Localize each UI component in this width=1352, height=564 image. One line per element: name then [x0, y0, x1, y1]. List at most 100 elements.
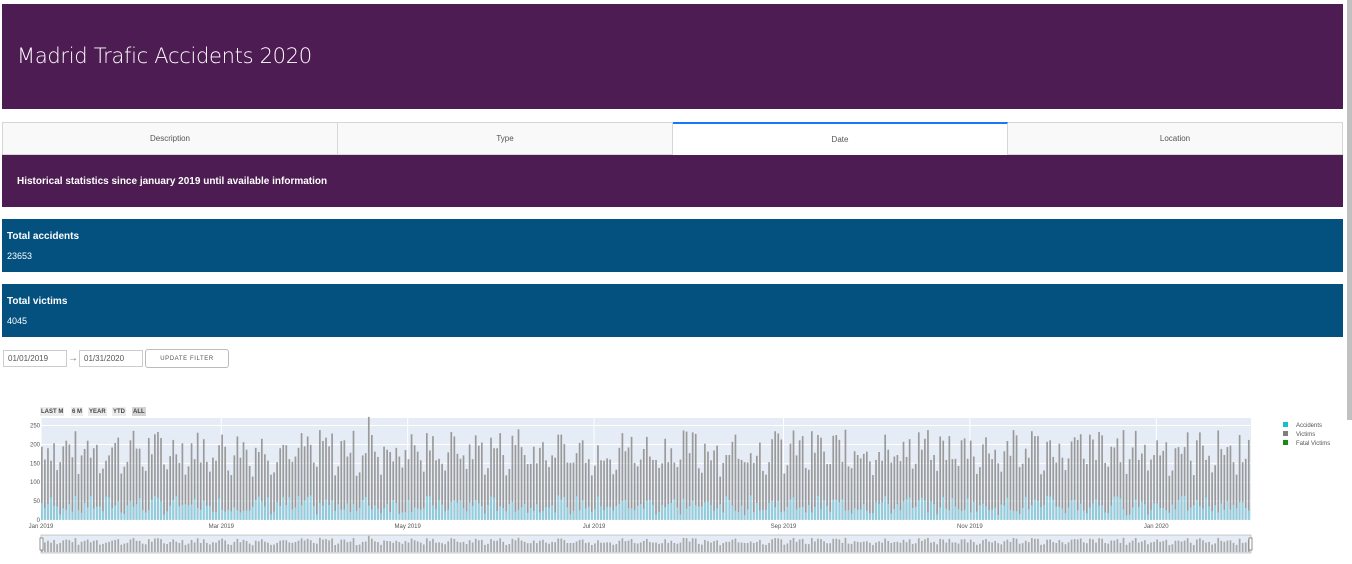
tab-location[interactable]: Location [1008, 122, 1343, 155]
accidents-bar [419, 509, 422, 520]
victims-bar [1174, 448, 1177, 520]
accidents-bar [969, 512, 972, 520]
slider-bar [484, 544, 486, 552]
tab-type[interactable]: Type [338, 122, 673, 155]
slider-bar [1067, 542, 1070, 552]
accidents-bar [270, 514, 272, 520]
slider-bar [578, 539, 581, 552]
accidents-bar [386, 503, 388, 520]
slider-bar [68, 540, 71, 552]
slider-bar [1079, 538, 1082, 552]
info-banner: Historical statistics since january 2019… [2, 155, 1343, 207]
victims-bar [270, 474, 272, 520]
accidents-bar [303, 500, 306, 520]
slider-bar [1168, 545, 1171, 552]
end-date-input[interactable]: 01/31/2020 [79, 349, 143, 367]
accidents-bar [77, 510, 80, 520]
accidents-bar [44, 508, 46, 520]
accidents-bar [96, 506, 98, 520]
slider-bar [395, 540, 398, 552]
start-date-input[interactable]: 01/01/2019 [3, 349, 67, 367]
accidents-bar [218, 498, 220, 520]
slider-bar [517, 537, 520, 552]
victims-bar [1076, 439, 1079, 520]
accidents-chart[interactable]: 050100150200250 Jan 2019 Mar 2019 May 2019… [0, 415, 1352, 564]
accidents-bar [594, 509, 596, 520]
accidents-bar [710, 504, 712, 520]
accidents-bar [62, 508, 65, 520]
victims-bar [410, 434, 413, 520]
victims-bar [850, 468, 853, 520]
accidents-bar [1107, 513, 1110, 520]
accidents-bar [1055, 506, 1058, 520]
accidents-bar [1037, 500, 1039, 520]
accidents-bar [890, 513, 893, 520]
tab-date[interactable]: Date [673, 122, 1008, 155]
slider-bar [377, 542, 379, 552]
page-scrollbar[interactable] [1347, 0, 1352, 420]
slider-bar [646, 538, 648, 552]
accidents-bar [1067, 507, 1070, 520]
accidents-bar [569, 514, 572, 520]
accidents-bar [163, 514, 165, 520]
slider-bar [273, 544, 275, 552]
slider-bar [328, 540, 330, 552]
slider-bar [160, 539, 162, 552]
total-accidents-value: 23653 [7, 251, 33, 261]
tab-description[interactable]: Description [2, 122, 338, 155]
slider-bar [190, 539, 193, 552]
slider-bar [1177, 540, 1180, 552]
accidents-bar [337, 504, 340, 520]
accidents-bar [722, 512, 725, 520]
accidents-bar [844, 510, 847, 520]
accidents-bar [1220, 503, 1223, 520]
accidents-bar [285, 505, 288, 520]
slider-bar [795, 541, 798, 552]
accidents-bar [166, 511, 168, 520]
accidents-bar [600, 506, 602, 520]
slider-bar [710, 542, 712, 552]
accidents-bar [251, 506, 254, 520]
accidents-bar [1199, 506, 1201, 520]
slider-bar [539, 540, 541, 552]
slider-bar [151, 541, 153, 552]
slider-bar [945, 542, 948, 552]
slider-bar [1226, 540, 1229, 552]
accidents-bar [212, 511, 214, 520]
victims-bar [890, 462, 893, 520]
slider-bar [1144, 540, 1146, 552]
accidents-bar [536, 504, 538, 520]
accidents-bar [1211, 511, 1213, 520]
accidents-bar [584, 508, 587, 520]
accidents-bar [847, 510, 850, 520]
slider-bar [172, 539, 175, 552]
slider-bar [426, 538, 428, 552]
accidents-bar [551, 505, 553, 520]
slider-bar [389, 541, 392, 552]
accidents-bar [520, 507, 523, 520]
accidents-bar [1214, 505, 1217, 520]
slider-bar [1104, 543, 1107, 552]
update-filter-button[interactable]: UPDATE FILTER [145, 349, 229, 368]
slider-bar [1003, 541, 1006, 552]
accidents-bar [484, 513, 486, 520]
slider-bar [276, 542, 278, 552]
slider-bar [572, 542, 575, 552]
accidents-bar [734, 510, 737, 520]
accidents-bar [86, 507, 89, 520]
accidents-bar [957, 509, 960, 520]
scrollbar-thumb[interactable] [1347, 0, 1352, 420]
accidents-bar [872, 513, 874, 520]
accidents-bar [752, 512, 755, 520]
slider-bar [267, 542, 269, 552]
accidents-bar [435, 509, 437, 520]
accidents-bar [352, 503, 355, 520]
victims-bar [1125, 473, 1128, 520]
accidents-bar [749, 495, 752, 520]
slider-bar [1082, 542, 1085, 552]
accidents-bar [367, 505, 370, 520]
total-accidents-card: Total accidents 23653 [2, 219, 1343, 272]
slider-bar [606, 542, 608, 552]
slider-bar [1049, 539, 1052, 552]
slider-bar [199, 542, 202, 552]
